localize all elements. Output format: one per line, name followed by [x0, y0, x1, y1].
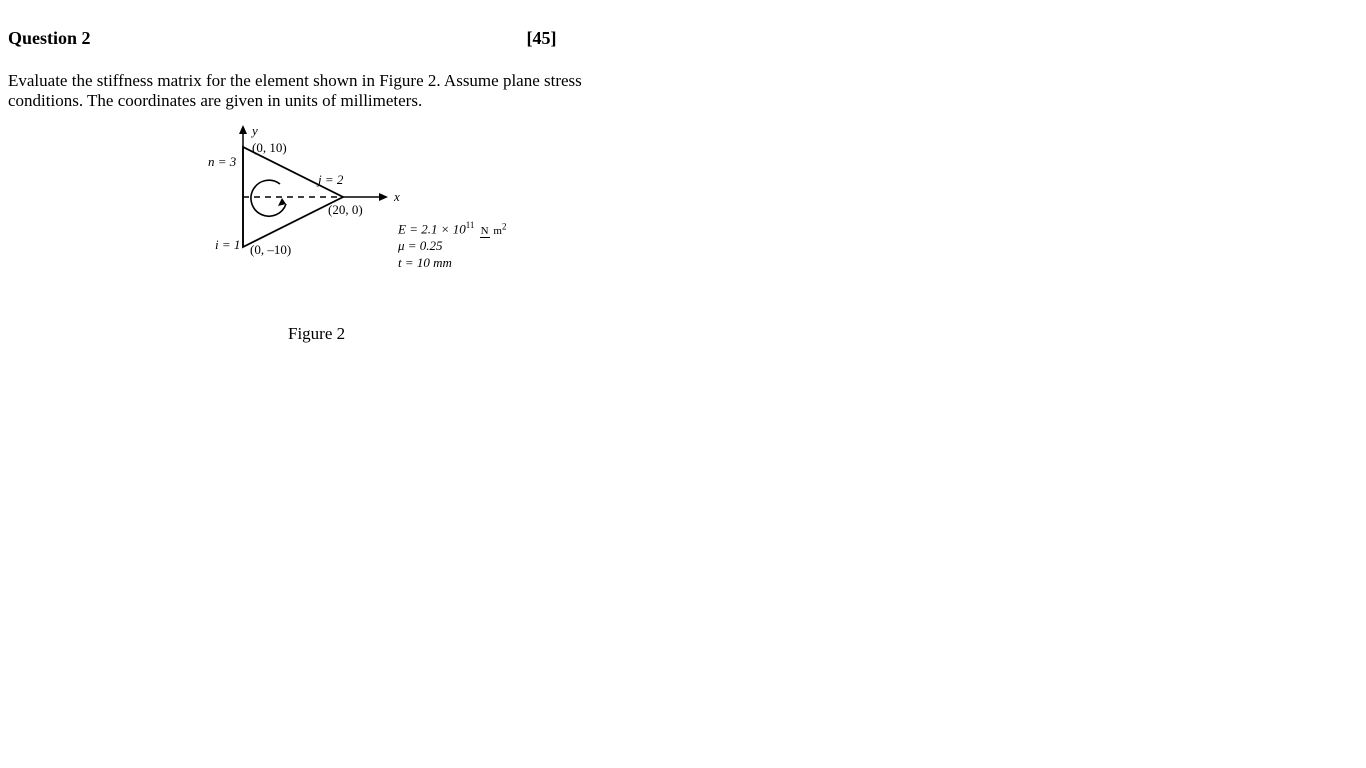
body-line-1: Evaluate the stiffness matrix for the el…	[8, 71, 788, 91]
x-axis-label: x	[394, 189, 400, 205]
node-j-label: j = 2	[318, 172, 343, 188]
x-axis-arrow-icon	[379, 193, 388, 201]
y-axis-arrow-icon	[239, 125, 247, 134]
coord-right: (20, 0)	[328, 202, 363, 217]
figure-caption: Figure 2	[288, 324, 1358, 344]
body-line-2: conditions. The coordinates are given in…	[8, 91, 788, 111]
figure-area: y x (0, 10) n = 3 j = 2 (20, 0) i = 1 (0…	[168, 122, 768, 322]
question-title: Question 2	[8, 28, 91, 49]
param-mu: μ = 0.25	[398, 238, 507, 255]
node-n-label: n = 3	[208, 154, 236, 170]
param-t: t = 10 mm	[398, 255, 507, 272]
coord-bottom: (0, –10)	[250, 242, 291, 257]
node-i-label: i = 1	[215, 237, 240, 253]
question-header: Question 2 [45]	[8, 28, 1358, 49]
question-body: Evaluate the stiffness matrix for the el…	[8, 71, 788, 112]
coord-top: (0, 10)	[252, 140, 287, 155]
ccw-arrow-icon	[278, 198, 286, 206]
page: Question 2 [45] Evaluate the stiffness m…	[0, 0, 1366, 352]
y-axis-label: y	[252, 123, 258, 139]
figure-parameters: E = 2.1 × 1011 N m2 μ = 0.25 t = 10 mm	[398, 220, 507, 272]
ccw-arc	[251, 180, 286, 216]
param-E: E = 2.1 × 1011 N m2	[398, 220, 507, 238]
figure-svg	[168, 122, 428, 292]
question-marks: [45]	[527, 28, 557, 49]
